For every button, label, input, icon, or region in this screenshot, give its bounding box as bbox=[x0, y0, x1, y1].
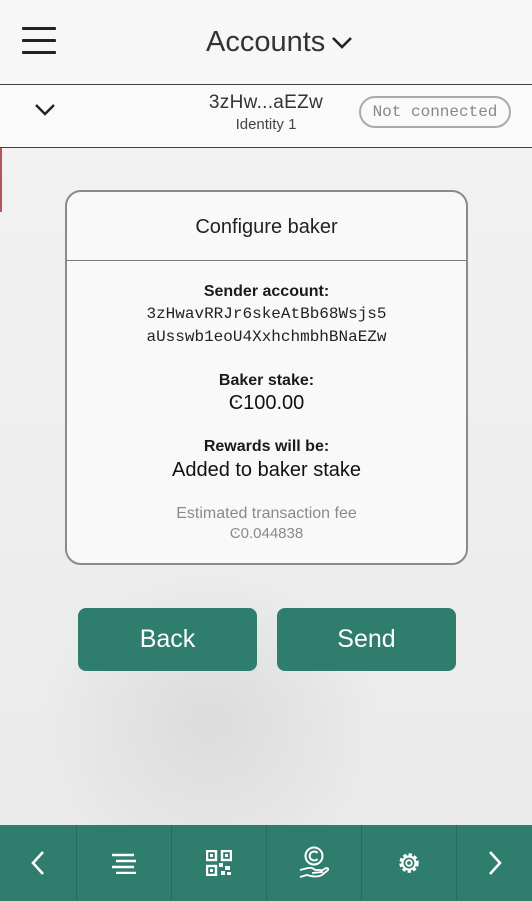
stake-value: Ͼ100.00 bbox=[228, 392, 305, 414]
menu-icon[interactable] bbox=[22, 27, 56, 55]
list-icon[interactable] bbox=[77, 825, 171, 901]
fee-label: Estimated transaction fee bbox=[176, 505, 357, 522]
accounts-title[interactable]: Accounts bbox=[206, 26, 325, 59]
stake-label: Baker stake: bbox=[218, 372, 315, 389]
chevron-down-icon[interactable] bbox=[331, 36, 353, 50]
chevron-right-icon[interactable] bbox=[457, 825, 532, 901]
fee-value: Ͼ0.044838 bbox=[229, 525, 304, 542]
bottom-nav bbox=[0, 825, 532, 901]
card-title: Configure baker bbox=[195, 216, 338, 238]
chevron-left-icon[interactable] bbox=[0, 825, 76, 901]
card-divider bbox=[67, 260, 466, 261]
account-selector-bar: 3zHw...aEZw Identity 1 Not connected bbox=[0, 85, 532, 148]
rewards-value: Added to baker stake bbox=[171, 459, 361, 481]
gear-icon[interactable] bbox=[362, 825, 456, 901]
sender-address-line2: aUsswb1eoU4XxhchmbhBNaEZw bbox=[146, 328, 387, 346]
transaction-summary-card: Configure baker Sender account: 3zHwavRR… bbox=[65, 190, 468, 565]
back-button[interactable]: Back bbox=[78, 608, 257, 671]
edge-marker bbox=[0, 148, 2, 212]
hand-coin-icon[interactable] bbox=[267, 825, 361, 901]
top-header: Accounts bbox=[0, 0, 532, 85]
send-button[interactable]: Send bbox=[277, 608, 456, 671]
sender-label: Sender account: bbox=[203, 283, 330, 300]
rewards-label: Rewards will be: bbox=[203, 438, 330, 455]
qr-code-icon[interactable] bbox=[172, 825, 266, 901]
sender-address-line1: 3zHwavRRJr6skeAtBb68Wsjs5 bbox=[146, 305, 387, 323]
connection-status-badge: Not connected bbox=[359, 96, 511, 128]
